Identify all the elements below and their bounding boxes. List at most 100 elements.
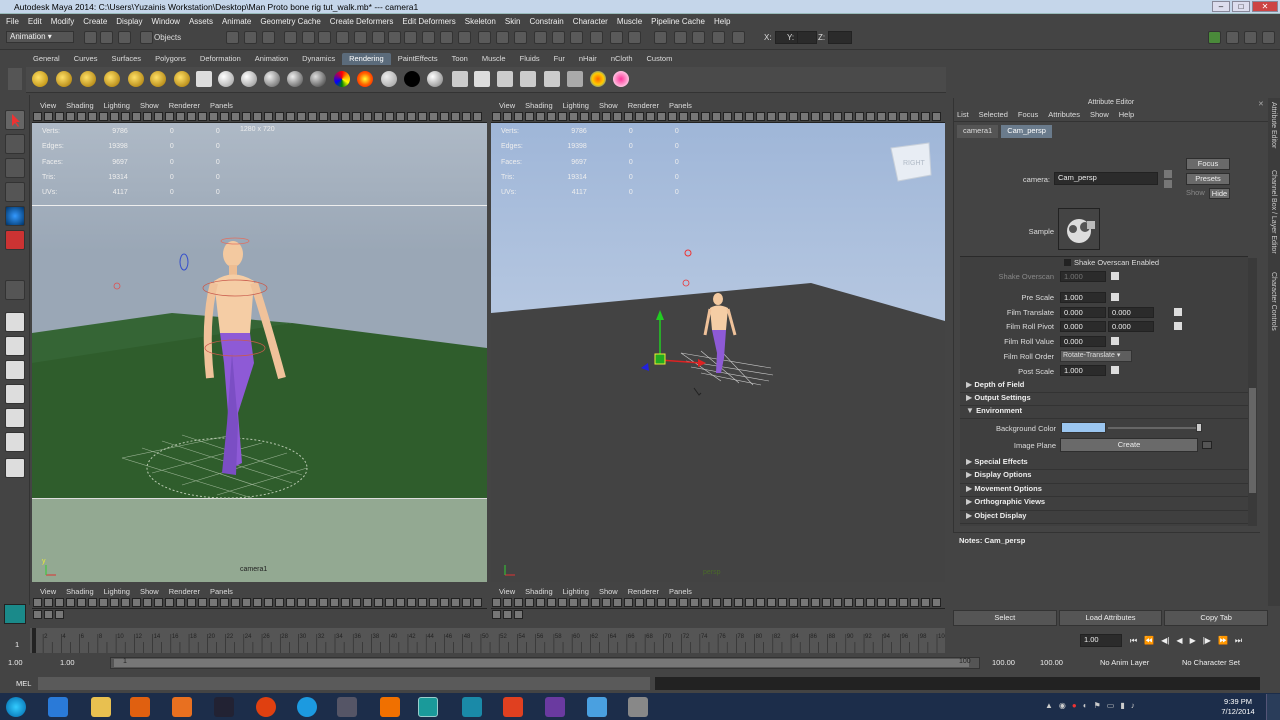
new-scene-icon[interactable] [84,31,97,44]
save-scene-icon[interactable] [118,31,131,44]
viewport-menu-shading[interactable]: Shading [66,101,94,110]
phong-icon[interactable] [264,71,280,87]
outliner-icon[interactable] [5,458,25,478]
viewport-toolbar-icon[interactable] [66,598,75,607]
viewport-toolbar-icon[interactable] [646,112,655,121]
step-back-key-icon[interactable]: ⏪ [1144,636,1154,648]
viewport-toolbar-icon[interactable] [547,112,556,121]
viewport-toolbar-icon[interactable] [319,112,328,121]
vlc-icon[interactable] [380,697,400,717]
mel-label[interactable]: MEL [16,679,31,688]
tray-arrow-icon[interactable]: ▲ [1045,701,1053,713]
viewport-toolbar-icon[interactable] [855,598,864,607]
viewport-toolbar-icon[interactable] [462,112,471,121]
section-output-settings[interactable]: ▶ Output Settings [960,393,1248,406]
viewport-toolbar-icon[interactable] [569,112,578,121]
film-roll-value-map-icon[interactable] [1111,337,1119,345]
menu-create[interactable]: Create [83,17,107,26]
viewport-toolbar-icon[interactable] [613,112,622,121]
status-tool-icon[interactable] [478,31,491,44]
film-roll-pivot-map-icon[interactable] [1174,322,1182,330]
viewport-toolbar-icon[interactable] [286,598,295,607]
volume-light-icon[interactable] [128,71,144,87]
play-forwards-icon[interactable]: ▶ [1190,636,1196,648]
viewport-toolbar-icon[interactable] [253,112,262,121]
viewport-toolbar-icon[interactable] [165,112,174,121]
menu-geometry-cache[interactable]: Geometry Cache [260,17,320,26]
status-tool-icon[interactable] [674,31,687,44]
play-backwards-icon[interactable]: ◀ [1176,636,1182,648]
visual-studio-icon[interactable] [545,697,565,717]
open-scene-icon[interactable] [100,31,113,44]
status-tool-icon[interactable] [732,31,745,44]
viewport-toolbar-icon[interactable] [110,112,119,121]
viewport-toolbar-icon[interactable] [451,598,460,607]
shelf-tab-ncloth[interactable]: nCloth [604,53,640,65]
shelf-tab-fur[interactable]: Fur [547,53,572,65]
playback-start-field[interactable]: 1.00 [60,658,108,669]
viewport-toolbar-icon[interactable] [429,112,438,121]
pre-scale-field[interactable]: 1.000 [1060,292,1106,303]
viewport-toolbar-icon[interactable] [877,112,886,121]
viewport-toolbar-icon[interactable] [242,598,251,607]
viewport-toolbar-icon[interactable] [275,112,284,121]
viewport-toolbar-icon[interactable] [396,598,405,607]
hypershade-icon[interactable] [590,71,606,87]
film-roll-pivot-x-field[interactable]: 0.000 [1060,321,1106,332]
shelf-tab-rendering[interactable]: Rendering [342,53,391,65]
viewport-toolbar-icon[interactable] [341,598,350,607]
viewport-toolbar-icon[interactable] [668,598,677,607]
right-viewport[interactable]: View Shading Lighting Show Renderer Panels RI… [491,100,945,582]
viewport-toolbar-icon[interactable] [503,598,512,607]
phonge-icon[interactable] [287,71,303,87]
viewport-toolbar-icon[interactable] [363,598,372,607]
viewport-toolbar-icon[interactable] [231,112,240,121]
copy-tab-button[interactable]: Copy Tab [1164,610,1269,626]
bg-color-slider-handle[interactable] [1196,423,1202,432]
steam-icon[interactable] [214,697,234,717]
attr-editor-toggle-icon[interactable] [1226,31,1239,44]
viewport-toolbar-icon[interactable] [55,598,64,607]
attr-menu-help[interactable]: Help [1119,110,1134,119]
archive-icon[interactable] [628,697,648,717]
viewport-toolbar-icon[interactable] [407,112,416,121]
viewport-toolbar-icon[interactable] [352,112,361,121]
shelf-tab-custom[interactable]: Custom [640,53,680,65]
viewport-toolbar-icon[interactable] [899,598,908,607]
lasso-tool-icon[interactable] [5,134,25,154]
viewport-toolbar-icon[interactable] [121,112,130,121]
ie-icon[interactable] [48,697,68,717]
camera-connect-icon[interactable] [1164,180,1172,188]
viewport-toolbar-icon[interactable] [712,112,721,121]
ramp-shader-icon[interactable] [334,71,350,87]
viewport-menu-panels[interactable]: Panels [210,587,233,596]
shelf-tab-deformation[interactable]: Deformation [193,53,248,65]
viewport-toolbar-icon[interactable] [209,598,218,607]
menu-skeleton[interactable]: Skeleton [465,17,496,26]
viewport-toolbar-icon[interactable] [910,598,919,607]
viewport-toolbar-icon[interactable] [154,598,163,607]
viewport-toolbar-icon[interactable] [833,112,842,121]
viewport-toolbar-icon[interactable] [602,112,611,121]
bg-color-swatch[interactable] [1061,422,1106,433]
viewport-toolbar-icon[interactable] [374,598,383,607]
menu-constrain[interactable]: Constrain [529,17,563,26]
render-frame-icon[interactable] [520,71,536,87]
mudbox-icon[interactable] [462,697,482,717]
menu-character[interactable]: Character [573,17,608,26]
viewport-toolbar-icon[interactable] [165,598,174,607]
viewport-toolbar-icon[interactable] [591,598,600,607]
shading-map-icon[interactable] [427,71,443,87]
post-scale-map-icon[interactable] [1111,366,1119,374]
viewport-toolbar-icon[interactable] [176,112,185,121]
viewport-toolbar-icon[interactable] [503,610,512,619]
directional-light-icon[interactable] [104,71,120,87]
viewport-toolbar-icon[interactable] [580,598,589,607]
status-tool-icon[interactable] [458,31,471,44]
viewport-toolbar-icon[interactable] [866,598,875,607]
viewport-toolbar-icon[interactable] [440,598,449,607]
shelf-menu-icon[interactable] [8,68,22,90]
shelf-tab-curves[interactable]: Curves [67,53,105,65]
viewport-toolbar-icon[interactable] [132,112,141,121]
side-tab-attribute-editor[interactable]: Attribute Editor [1270,102,1277,148]
